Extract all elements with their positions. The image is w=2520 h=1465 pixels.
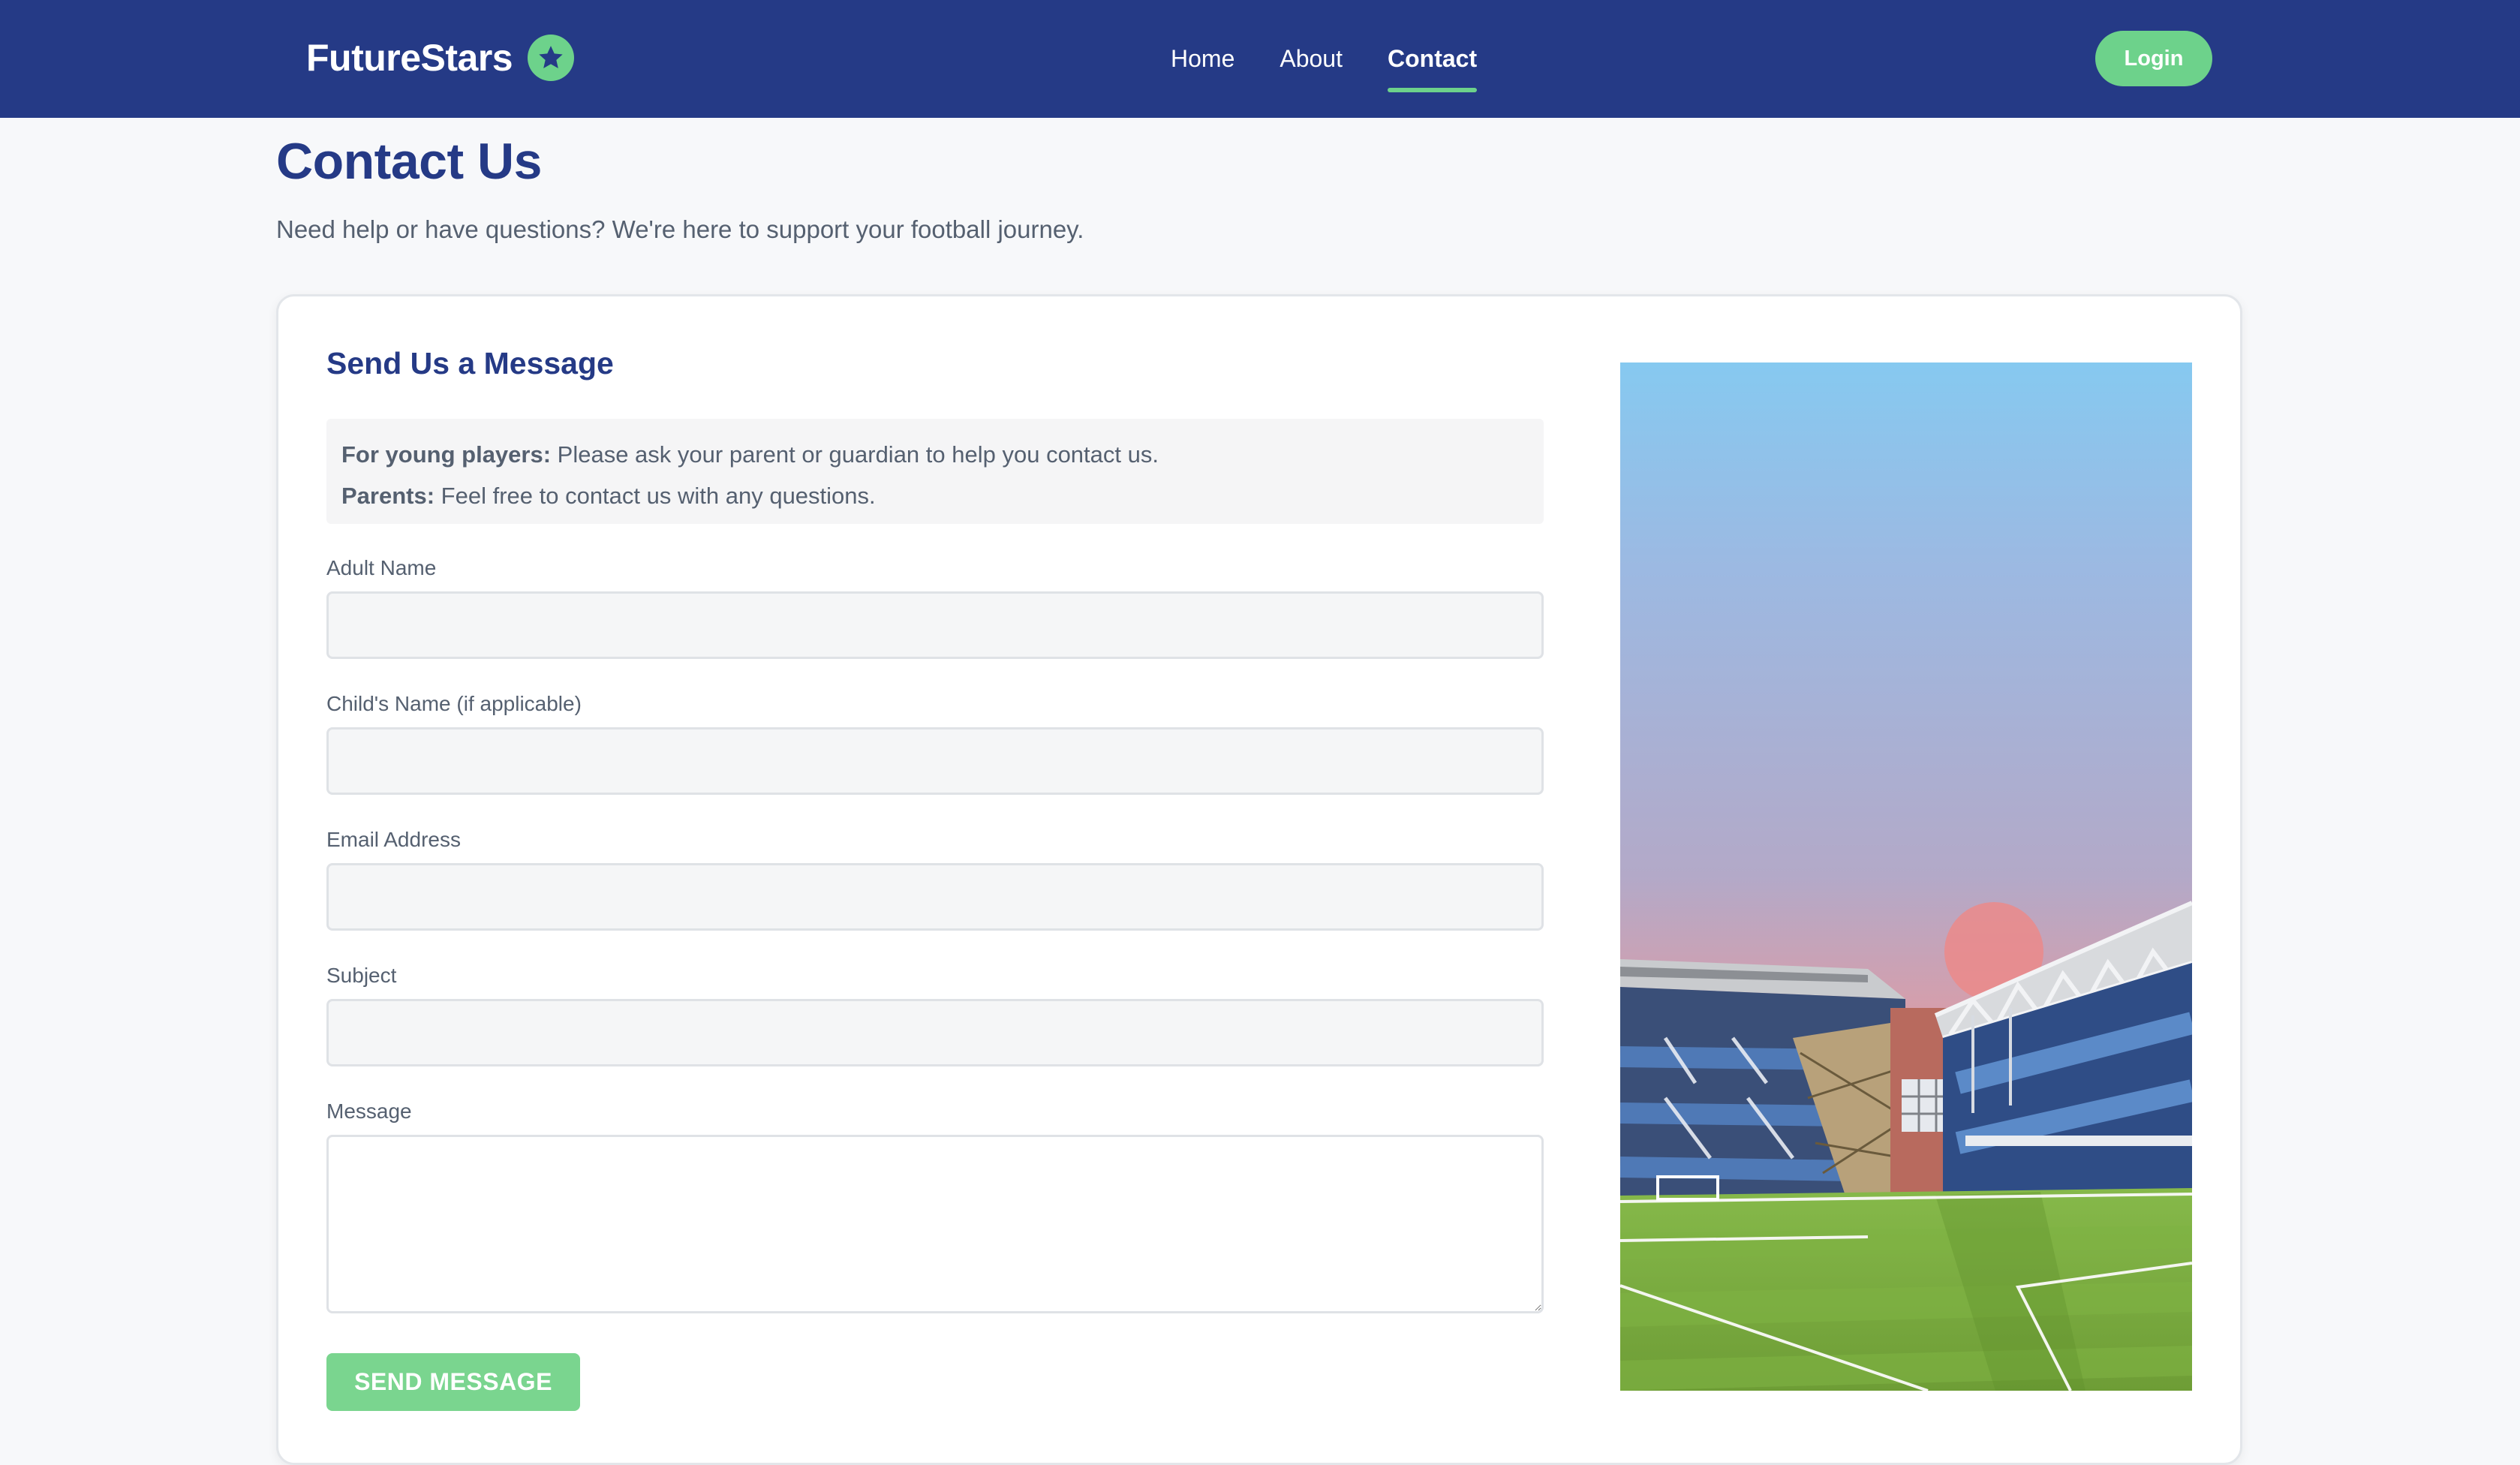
nav-home-link[interactable]: Home: [1171, 0, 1234, 118]
page-title: Contact Us: [276, 133, 542, 190]
page-subtitle: Need help or have questions? We're here …: [276, 215, 1084, 243]
message-textarea[interactable]: [326, 1135, 1544, 1313]
subject-label: Subject: [326, 964, 397, 987]
message-label: Message: [326, 1100, 412, 1123]
adult-name-label: Adult Name: [326, 556, 437, 579]
contact-card: Send Us a Message For young players: Ple…: [276, 294, 2242, 1465]
young-players-label: For young players:: [341, 441, 552, 468]
brand-name: FutureStars: [306, 37, 513, 79]
send-message-button[interactable]: SEND MESSAGE: [326, 1353, 580, 1411]
nav-about-link[interactable]: About: [1280, 0, 1343, 118]
top-navbar: FutureStars Home About Contact Login: [0, 0, 2520, 118]
young-players-text: Please ask your parent or guardian to he…: [551, 441, 1159, 468]
parents-label: Parents:: [341, 483, 435, 509]
parents-text: Feel free to contact us with any questio…: [435, 483, 876, 509]
adult-name-input[interactable]: [326, 591, 1544, 659]
email-input[interactable]: [326, 863, 1544, 931]
brand-logo[interactable]: FutureStars: [306, 33, 575, 83]
form-title: Send Us a Message: [326, 346, 614, 381]
nav-contact-link[interactable]: Contact: [1387, 0, 1478, 118]
star-icon: [528, 35, 575, 81]
child-name-input[interactable]: [326, 727, 1544, 795]
guidance-note: For young players: Please ask your paren…: [326, 419, 1544, 524]
young-players-note: For young players: Please ask your paren…: [341, 434, 1529, 475]
child-name-label: Child's Name (if applicable): [326, 692, 582, 715]
email-label: Email Address: [326, 828, 461, 851]
parents-note: Parents: Feel free to contact us with an…: [341, 475, 1529, 516]
stadium-illustration: [1620, 362, 2192, 1391]
login-button[interactable]: Login: [2095, 31, 2212, 86]
subject-input[interactable]: [326, 999, 1544, 1066]
main-nav: Home About Contact: [1171, 0, 1478, 118]
